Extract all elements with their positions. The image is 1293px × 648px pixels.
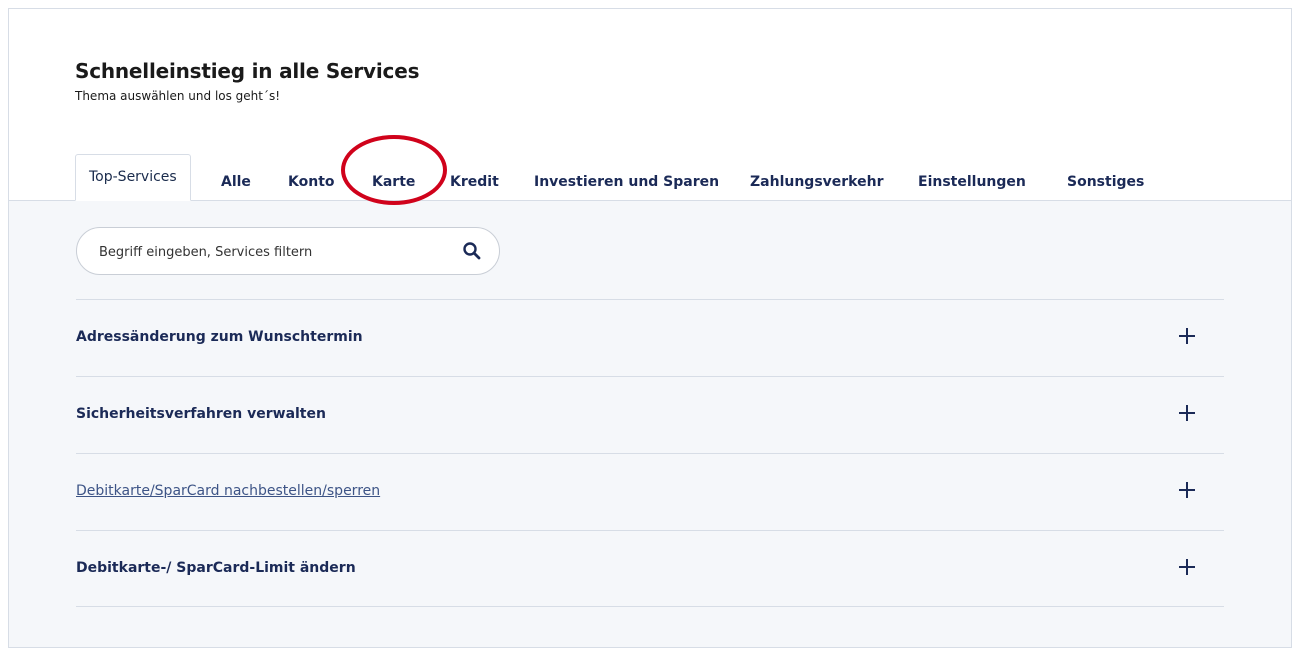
service-item-debitkarte-nachbestellen[interactable]: Debitkarte/SparCard nachbestellen/sperre… [76,453,1224,530]
service-item-adressaenderung[interactable]: Adressänderung zum Wunschtermin [76,299,1224,376]
tab-sonstiges[interactable]: Sonstiges [1067,161,1144,201]
tab-investieren-und-sparen[interactable]: Investieren und Sparen [534,161,719,201]
plus-icon[interactable] [1178,404,1196,422]
service-item-link[interactable]: Debitkarte/SparCard nachbestellen/sperre… [76,483,380,499]
header: Schnelleinstieg in alle Services Thema a… [75,57,419,105]
tab-content: Adressänderung zum Wunschtermin Sicherhe… [9,201,1291,647]
plus-icon[interactable] [1178,558,1196,576]
tab-zahlungsverkehr[interactable]: Zahlungsverkehr [750,161,883,201]
page-subtitle: Thema auswählen und los geht´s! [75,89,281,103]
services-panel: Schnelleinstieg in alle Services Thema a… [8,8,1292,648]
search-icon[interactable] [462,241,482,261]
service-item-label: Adressänderung zum Wunschtermin [76,329,363,345]
search-input[interactable] [97,240,441,264]
service-item-label: Sicherheitsverfahren verwalten [76,406,326,422]
service-item-debitkarte-limit[interactable]: Debitkarte-/ SparCard-Limit ändern [76,530,1224,607]
tab-kredit[interactable]: Kredit [450,161,499,201]
service-item-label: Debitkarte-/ SparCard-Limit ändern [76,560,356,576]
plus-icon[interactable] [1178,481,1196,499]
tab-top-services[interactable]: Top-Services [75,154,191,201]
search-box [76,227,500,275]
tab-alle[interactable]: Alle [221,161,251,201]
tab-karte[interactable]: Karte [372,161,415,201]
tab-einstellungen[interactable]: Einstellungen [918,161,1026,201]
service-list: Adressänderung zum Wunschtermin Sicherhe… [76,299,1224,607]
page-title: Schnelleinstieg in alle Services [75,59,420,83]
tab-konto[interactable]: Konto [288,161,335,201]
service-item-sicherheitsverfahren[interactable]: Sicherheitsverfahren verwalten [76,376,1224,453]
plus-icon[interactable] [1178,327,1196,345]
